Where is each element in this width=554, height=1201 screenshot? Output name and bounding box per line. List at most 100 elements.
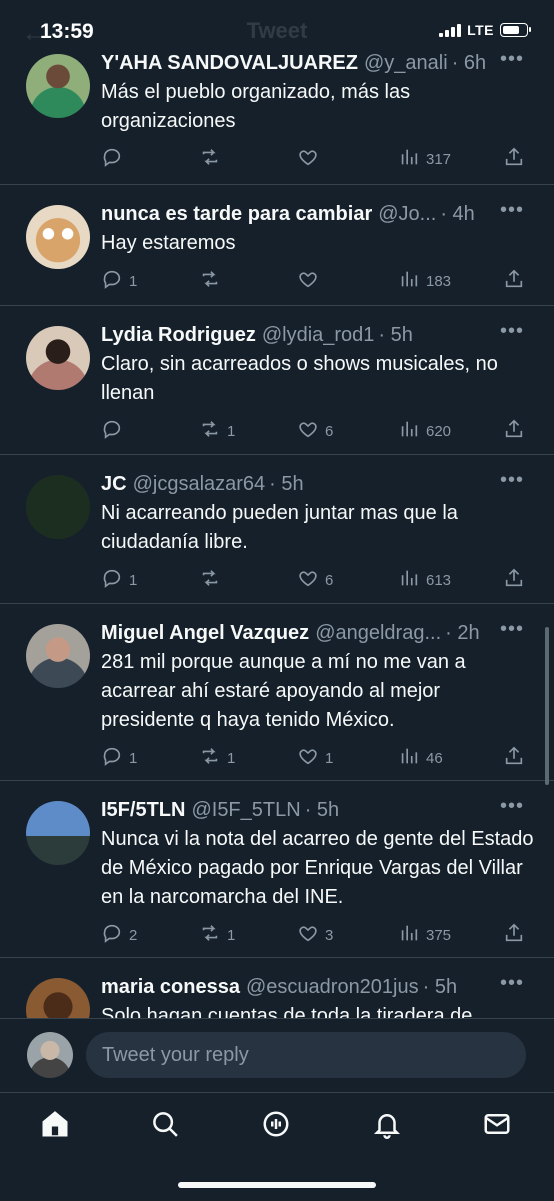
user-handle[interactable]: @angeldrag...	[315, 618, 441, 648]
share-button[interactable]	[503, 268, 525, 294]
tweet-text: Solo hagan cuentas de toda la tiradera d…	[101, 1005, 473, 1018]
search-icon[interactable]	[150, 1109, 182, 1141]
like-button[interactable]: 6	[297, 567, 333, 593]
reply-button[interactable]: 1	[101, 745, 137, 771]
more-horizontal-icon[interactable]: •••	[500, 469, 524, 492]
retweet-icon	[199, 418, 221, 444]
share-button[interactable]	[503, 567, 525, 593]
views-button[interactable]: 620	[398, 418, 451, 444]
user-handle[interactable]: @escuadron201jus	[246, 972, 419, 1002]
status-indicators: LTE	[439, 22, 531, 38]
tweet-actions: 2 1 3 375	[101, 922, 534, 962]
tweet[interactable]: Miguel Angel Vazquez @angeldrag... · 2h •••…	[0, 604, 554, 781]
avatar[interactable]	[26, 326, 90, 390]
tweet[interactable]: Y'AHA SANDOVALJUAREZ @y_anali · 6h ••• Más e…	[0, 46, 554, 185]
tweet[interactable]: I5F/5TLN @I5F_5TLN · 5h ••• Nunca vi la nota…	[0, 781, 554, 958]
tweet-time: · 5h	[304, 799, 340, 821]
like-button[interactable]: 6	[297, 418, 333, 444]
display-name[interactable]: I5F/5TLN	[101, 795, 185, 825]
like-button[interactable]: 1	[297, 745, 333, 771]
view-count: 317	[426, 150, 452, 168]
views-button[interactable]: 183	[398, 268, 451, 294]
battery-icon	[500, 23, 531, 37]
notifications-icon[interactable]	[372, 1109, 404, 1141]
tweet[interactable]: maria conessa @escuadron201jus · 5h ••• Solo…	[0, 958, 554, 1018]
spaces-icon[interactable]	[261, 1109, 293, 1141]
tweet[interactable]: JC @jcgsalazar64 · 5h ••• Ni acarreando pued…	[0, 455, 554, 604]
avatar[interactable]	[26, 801, 90, 865]
reply-button[interactable]	[101, 146, 129, 172]
reply-count: 1	[129, 272, 138, 290]
reply-bar	[0, 1018, 554, 1093]
messages-icon[interactable]	[482, 1109, 514, 1141]
scrollbar[interactable]	[545, 627, 549, 785]
avatar[interactable]	[26, 978, 90, 1018]
avatar[interactable]	[26, 205, 90, 269]
views-icon	[398, 418, 420, 444]
avatar[interactable]	[26, 624, 90, 688]
tweet-time: · 5h	[269, 473, 304, 495]
tweet[interactable]: nunca es tarde para cambiar @Jo... · 4h •••…	[0, 185, 554, 306]
share-button[interactable]	[503, 745, 525, 771]
views-button[interactable]: 375	[398, 922, 451, 948]
my-avatar[interactable]	[27, 1032, 73, 1078]
more-horizontal-icon[interactable]: •••	[500, 320, 524, 343]
share-button[interactable]	[503, 418, 525, 444]
retweet-button[interactable]: 1	[199, 418, 235, 444]
display-name[interactable]: Miguel Angel Vazquez	[101, 618, 309, 648]
views-button[interactable]: 317	[398, 146, 451, 172]
home-icon[interactable]	[40, 1109, 72, 1141]
reply-input[interactable]	[86, 1032, 526, 1078]
heart-icon	[297, 268, 319, 294]
views-button[interactable]: 613	[398, 567, 451, 593]
views-button[interactable]: 46	[398, 745, 443, 771]
display-name[interactable]: Lydia Rodriguez	[101, 320, 256, 350]
share-icon	[503, 146, 525, 172]
retweet-button[interactable]	[199, 146, 227, 172]
tweet[interactable]: Lydia Rodriguez @lydia_rod1 · 5h ••• Claro, …	[0, 306, 554, 455]
views-icon	[398, 146, 420, 172]
like-button[interactable]	[297, 146, 325, 172]
user-handle[interactable]: @I5F_5TLN	[191, 795, 300, 825]
reply-button[interactable]	[101, 418, 129, 444]
display-name[interactable]: JC	[101, 469, 127, 499]
more-horizontal-icon[interactable]: •••	[500, 795, 524, 818]
retweet-button[interactable]: 1	[199, 922, 235, 948]
more-horizontal-icon[interactable]: •••	[500, 618, 524, 641]
share-button[interactable]	[503, 146, 525, 172]
reply-icon	[101, 268, 123, 294]
more-horizontal-icon[interactable]: •••	[500, 972, 524, 995]
tweet-time: · 5h	[378, 324, 413, 346]
like-button[interactable]	[297, 268, 325, 294]
retweet-button[interactable]	[199, 268, 227, 294]
reply-icon	[101, 418, 123, 444]
heart-icon	[297, 567, 319, 593]
tweet-header: I5F/5TLN @I5F_5TLN · 5h	[101, 795, 534, 825]
like-button[interactable]: 3	[297, 922, 333, 948]
views-icon	[398, 745, 420, 771]
share-icon	[503, 418, 525, 444]
display-name[interactable]: maria conessa	[101, 972, 240, 1002]
retweet-button[interactable]	[199, 567, 227, 593]
user-handle[interactable]: @jcgsalazar64	[133, 469, 266, 499]
retweet-icon	[199, 745, 221, 771]
avatar[interactable]	[26, 475, 90, 539]
reply-button[interactable]: 2	[101, 922, 137, 948]
more-horizontal-icon[interactable]: •••	[500, 199, 524, 222]
tweet-header: Lydia Rodriguez @lydia_rod1 · 5h	[101, 320, 534, 350]
heart-icon	[297, 745, 319, 771]
reply-icon	[101, 745, 123, 771]
user-handle[interactable]: @Jo...	[378, 199, 436, 229]
retweet-icon	[199, 922, 221, 948]
retweet-count: 1	[227, 422, 236, 440]
reply-button[interactable]: 1	[101, 268, 137, 294]
reply-feed[interactable]: Y'AHA SANDOVALJUAREZ @y_anali · 6h ••• Más e…	[0, 46, 554, 1018]
reply-icon	[101, 146, 123, 172]
user-handle[interactable]: @lydia_rod1	[262, 320, 375, 350]
retweet-button[interactable]: 1	[199, 745, 235, 771]
share-button[interactable]	[503, 922, 525, 948]
home-indicator	[178, 1182, 376, 1188]
display-name[interactable]: nunca es tarde para cambiar	[101, 199, 372, 229]
view-count: 46	[426, 749, 443, 767]
reply-button[interactable]: 1	[101, 567, 137, 593]
